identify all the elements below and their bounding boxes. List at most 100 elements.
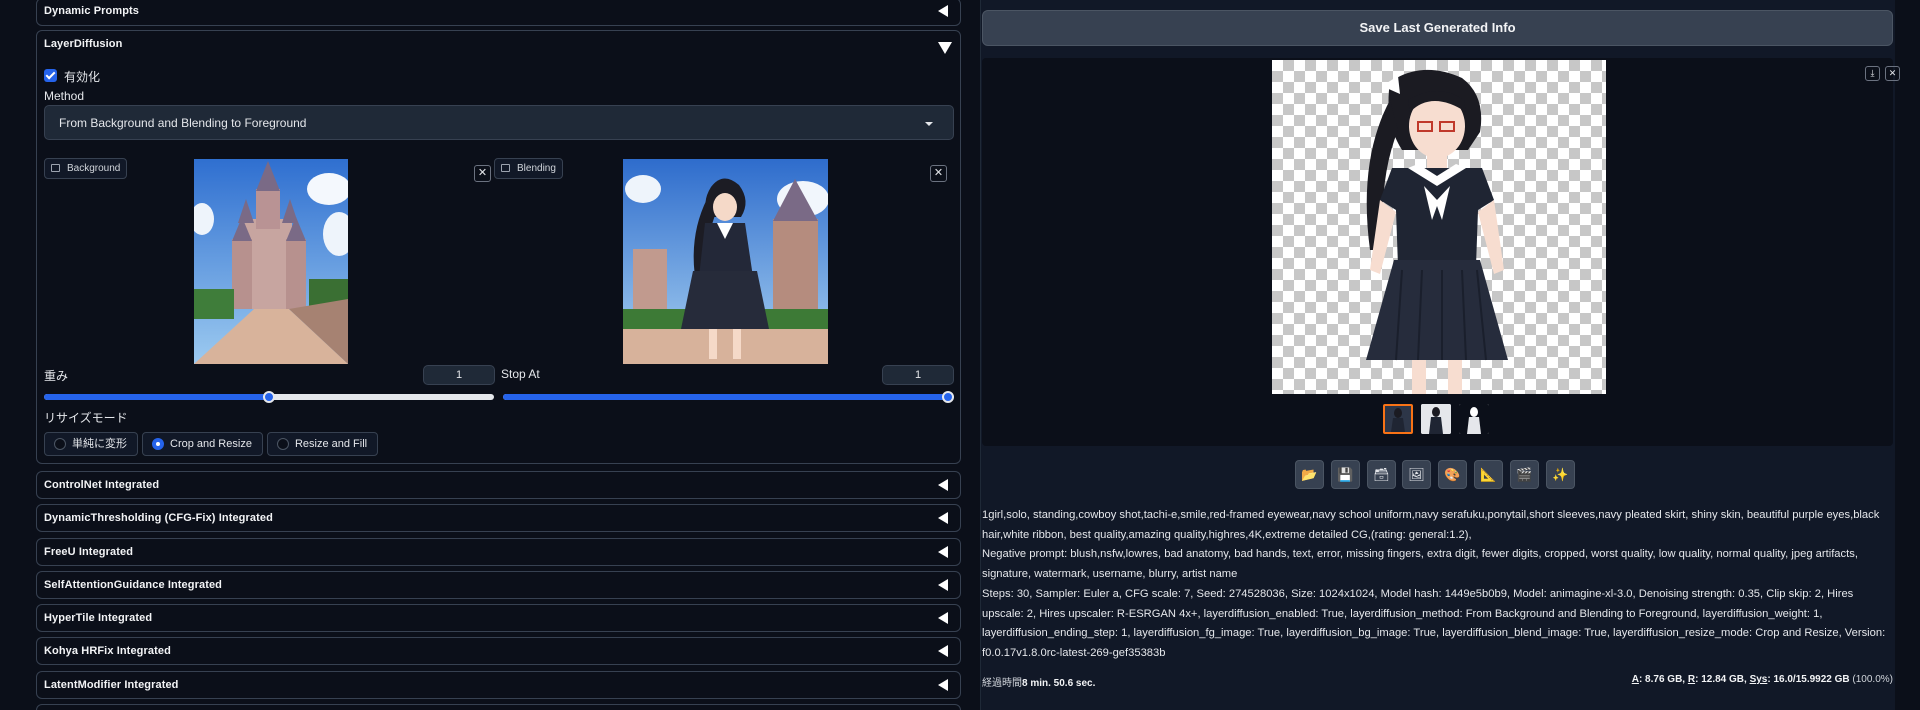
collapse-arrow-icon[interactable]: [938, 579, 948, 591]
blending-image-label: Blending: [517, 163, 556, 174]
sparkle-icon[interactable]: ✨: [1546, 460, 1575, 489]
collapse-arrow-icon[interactable]: [938, 679, 948, 691]
accordion-title: DynamicThresholding (CFG-Fix) Integrated: [44, 512, 273, 524]
accordion-kohya-hrfix[interactable]: Kohya HRFix Integrated: [36, 637, 961, 665]
palette-icon[interactable]: 🎨: [1438, 460, 1467, 489]
collapse-arrow-icon[interactable]: [938, 612, 948, 624]
weight-label: 重み: [44, 369, 69, 383]
resize-mode-radio-group: 単純に変形 Crop and Resize Resize and Fill: [44, 432, 379, 456]
gallery-thumbnail[interactable]: [1383, 404, 1413, 434]
background-image-tag: Background: [44, 158, 128, 179]
vram-r-label: R: [1687, 674, 1696, 685]
image-icon[interactable]: 🖼: [1402, 460, 1431, 489]
folder-icon[interactable]: 📂: [1295, 460, 1324, 489]
accordion-title: Dynamic Prompts: [44, 5, 140, 17]
thumbnail-image: [1421, 404, 1451, 434]
collapse-arrow-icon[interactable]: [938, 512, 948, 524]
accordion-latent-modifier[interactable]: LatentModifier Integrated: [36, 671, 961, 699]
weight-slider[interactable]: [44, 391, 494, 403]
enable-label: 有効化: [64, 70, 101, 84]
elapsed-value: 8 min. 50.6 sec.: [1022, 678, 1096, 689]
stop-at-label: Stop At: [501, 367, 540, 381]
accordion-title[interactable]: LayerDiffusion: [44, 38, 122, 50]
vram-sys-value: : 16.0/15.9922 GB: [1767, 674, 1850, 685]
save-icon[interactable]: 💾: [1331, 460, 1360, 489]
chevron-down-icon: [925, 122, 933, 126]
save-last-generated-info-button[interactable]: Save Last Generated Info: [982, 10, 1893, 46]
radio-dot[interactable]: [276, 438, 289, 450]
image-icon: [501, 164, 510, 172]
right-panel: Save Last Generated Info ⤓ ✕ 📂 💾 🗃 🖼 🎨 📐…: [980, 0, 1900, 710]
method-dropdown[interactable]: From Background and Blending to Foregrou…: [44, 105, 954, 140]
close-icon[interactable]: ✕: [1885, 66, 1900, 81]
ruler-icon[interactable]: 📐: [1474, 460, 1503, 489]
accordion-freeu[interactable]: FreeU Integrated: [36, 538, 961, 566]
weight-slider-fill: [44, 394, 269, 400]
vram-r-value: : 12.84 GB,: [1695, 674, 1750, 685]
accordion-title: Kohya HRFix Integrated: [44, 645, 171, 657]
download-icon[interactable]: ⤓: [1865, 66, 1880, 81]
negative-prompt-text: Negative prompt: blush,nsfw,lowres, bad …: [982, 548, 1858, 581]
accordion-layerdiffusion: LayerDiffusion 有効化 Method From Backgroun…: [36, 30, 961, 464]
accordion-controlnet[interactable]: ControlNet Integrated: [36, 471, 961, 499]
accordion-dynamic-thresholding[interactable]: DynamicThresholding (CFG-Fix) Integrated: [36, 504, 961, 532]
radio-label: 単純に変形: [72, 438, 127, 450]
vram-a-label: A: [1631, 674, 1639, 685]
vram-sys-percent: (100.0%): [1849, 674, 1893, 685]
elapsed-label: 経過時間: [982, 678, 1022, 689]
resize-option-crop-and-resize[interactable]: Crop and Resize: [142, 432, 263, 456]
resize-mode-label: リサイズモード: [44, 411, 128, 425]
blending-image-tag: Blending: [494, 158, 563, 179]
enable-checkbox[interactable]: [44, 69, 57, 82]
stop-at-number-input[interactable]: 1: [882, 365, 954, 385]
left-panel: Dynamic Prompts LayerDiffusion 有効化 Metho…: [36, 0, 961, 710]
weight-slider-thumb[interactable]: [263, 391, 275, 403]
radio-label: Crop and Resize: [170, 438, 252, 450]
background-image-label: Background: [67, 163, 121, 174]
accordion-title: ControlNet Integrated: [44, 479, 160, 491]
accordion-self-attention-guidance[interactable]: SelfAttentionGuidance Integrated: [36, 571, 961, 599]
accordion-title: SelfAttentionGuidance Integrated: [44, 579, 222, 591]
vram-sys-label: Sys: [1749, 674, 1768, 685]
blending-image[interactable]: [623, 159, 828, 364]
resize-option-resize-and-fill[interactable]: Resize and Fill: [266, 432, 379, 456]
accordion-hypertile[interactable]: HyperTile Integrated: [36, 604, 961, 632]
radio-dot[interactable]: [152, 438, 164, 450]
gallery-thumbnail[interactable]: [1459, 404, 1489, 434]
generated-character-figure: [1366, 69, 1508, 394]
stop-at-slider[interactable]: [503, 391, 954, 403]
expand-arrow-icon[interactable]: [938, 42, 952, 54]
accordion-next[interactable]: [36, 704, 961, 710]
method-label: Method: [44, 89, 85, 103]
weight-number-input[interactable]: 1: [423, 365, 495, 385]
collapse-arrow-icon[interactable]: [938, 5, 948, 17]
collapse-arrow-icon[interactable]: [938, 546, 948, 558]
accordion-title: HyperTile Integrated: [44, 612, 153, 624]
background-image[interactable]: [194, 159, 348, 364]
vram-stats: A: 8.76 GB, R: 12.84 GB, Sys: 16.0/15.99…: [1632, 674, 1893, 685]
method-value: From Background and Blending to Foregrou…: [59, 116, 307, 130]
thumbnail-image: [1385, 406, 1411, 432]
collapse-arrow-icon[interactable]: [938, 479, 948, 491]
collapse-arrow-icon[interactable]: [938, 645, 948, 657]
accordion-dynamic-prompts[interactable]: Dynamic Prompts: [36, 0, 961, 26]
accordion-title: LatentModifier Integrated: [44, 679, 179, 691]
radio-dot[interactable]: [54, 438, 66, 450]
zip-icon[interactable]: 🗃: [1367, 460, 1396, 489]
elapsed-time: 経過時間8 min. 50.6 sec.: [982, 674, 1095, 689]
image-icon: [51, 164, 60, 172]
radio-label: Resize and Fill: [294, 438, 368, 450]
accordion-title: FreeU Integrated: [44, 546, 134, 558]
generation-info: 1girl,solo, standing,cowboy shot,tachi-e…: [982, 506, 1893, 664]
stop-at-slider-thumb[interactable]: [942, 391, 954, 403]
thumbnail-image: [1459, 404, 1489, 434]
generated-image[interactable]: [1272, 60, 1606, 394]
film-icon[interactable]: 🎬: [1510, 460, 1539, 489]
clear-blending-button[interactable]: ✕: [930, 165, 947, 182]
output-gallery: ⤓ ✕: [982, 58, 1900, 446]
parameters-text: Steps: 30, Sampler: Euler a, CFG scale: …: [982, 587, 1886, 659]
gallery-thumbnail[interactable]: [1421, 404, 1451, 434]
clear-background-button[interactable]: ✕: [474, 165, 491, 182]
stop-at-slider-fill: [503, 394, 954, 400]
resize-option-just-resize[interactable]: 単純に変形: [44, 432, 138, 456]
